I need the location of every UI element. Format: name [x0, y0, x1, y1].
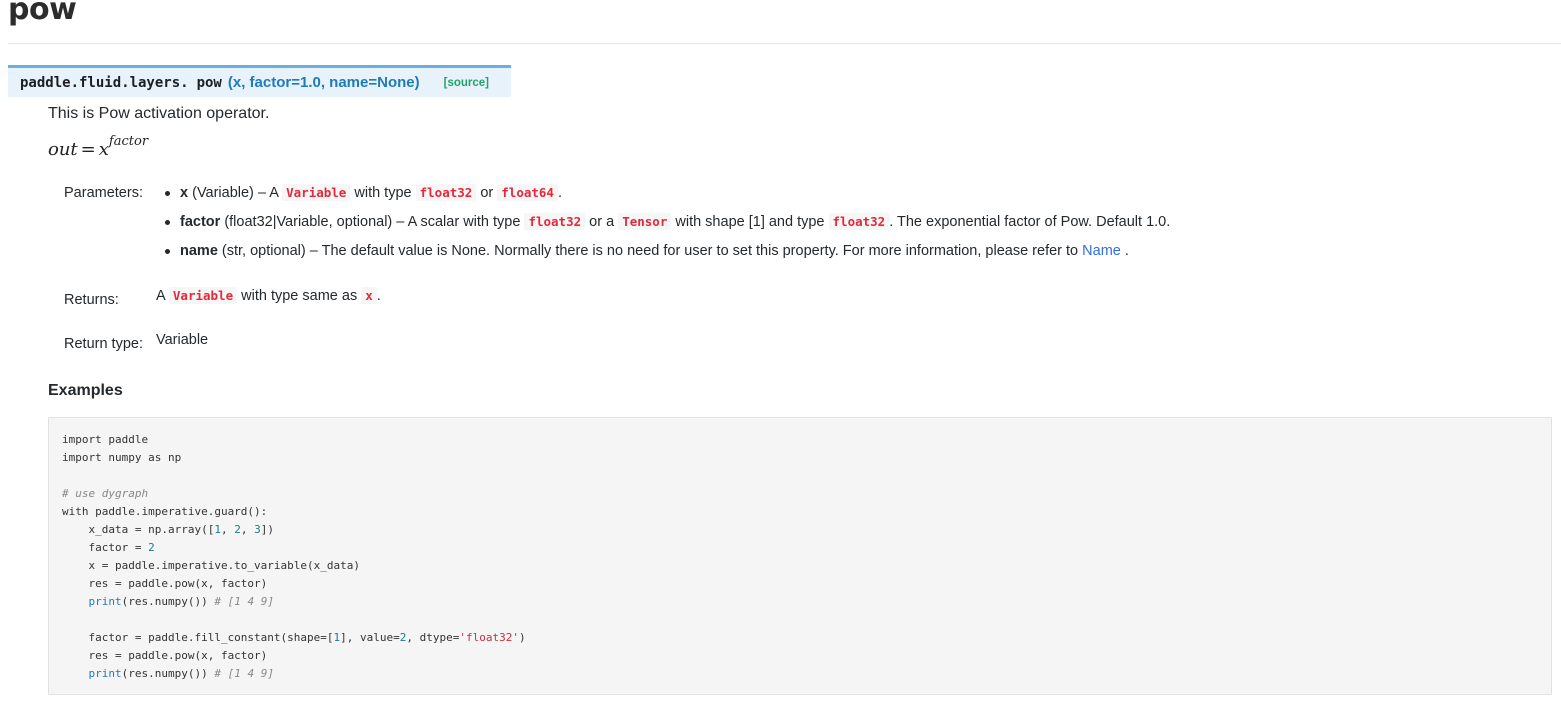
examples-heading: Examples — [48, 382, 123, 399]
formula-exponent: factor — [108, 134, 149, 149]
code-token: x_data = np.array([ — [62, 523, 215, 536]
param-name: x — [180, 185, 189, 201]
code-token: (res.numpy()) — [121, 595, 215, 608]
formula: out = xfactor — [48, 134, 149, 160]
param-text: . The exponential factor of Pow. Default… — [889, 214, 1171, 230]
return-type-label: Return type: — [64, 336, 143, 352]
formula-base: x — [98, 139, 109, 160]
param-text: . — [1124, 243, 1129, 259]
formula-lhs: out — [48, 139, 78, 160]
code-token: res = paddle.pow(x, factor) — [62, 649, 268, 662]
page-title: pow — [8, 0, 77, 27]
code-token: , — [220, 523, 235, 536]
code-line: import numpy as np — [62, 449, 1551, 467]
source-link[interactable]: [source] — [444, 77, 489, 89]
inline-code: x — [361, 287, 377, 304]
param-text: or — [476, 185, 498, 201]
code-token: , — [240, 523, 255, 536]
code-line: print(res.numpy()) # [1 4 9] — [62, 665, 1551, 683]
code-line: x_data = np.array([1, 2, 3]) — [62, 521, 1551, 539]
param-text: – The default value is None. Normally th… — [305, 243, 1083, 259]
code-token: # use dygraph — [62, 487, 149, 500]
code-token: ) — [518, 631, 526, 644]
title-divider — [8, 43, 1561, 44]
code-token: , dtype= — [406, 631, 460, 644]
code-token: print — [88, 595, 122, 608]
parameter-item-factor: factor (float32|Variable, optional) – A … — [164, 211, 1170, 240]
param-text: with shape [1] and type — [671, 214, 829, 230]
parameter-item-name: name (str, optional) – The default value… — [164, 240, 1170, 269]
code-token: 3 — [254, 523, 261, 536]
code-token: # [1 4 9] — [214, 595, 274, 608]
code-line: res = paddle.pow(x, factor) — [62, 647, 1551, 665]
param-text: . — [557, 185, 562, 201]
code-token: factor = paddle.fill_constant(shape=[ — [62, 631, 334, 644]
code-token: # [1 4 9] — [214, 667, 274, 680]
inline-code: float32 — [828, 213, 890, 230]
example-code-block[interactable]: import paddle import numpy as np # use dyg… — [48, 417, 1552, 695]
code-token: import numpy as np — [62, 451, 182, 464]
code-token: import paddle — [62, 433, 149, 446]
code-token: 'float32' — [459, 631, 519, 644]
inline-code: float32 — [415, 184, 477, 201]
signature-name: pow — [196, 74, 222, 91]
code-token: print — [88, 667, 122, 680]
code-token: x = paddle.imperative.to_variable(x_data… — [62, 559, 361, 572]
code-token: ]) — [260, 523, 274, 536]
formula-equals: = — [80, 139, 96, 160]
code-line: factor = paddle.fill_constant(shape=[1],… — [62, 629, 1551, 647]
code-token: with paddle.imperative.guard(): — [62, 505, 268, 518]
inline-code: Variable — [168, 287, 238, 304]
code-line: import paddle — [62, 431, 1551, 449]
code-token: factor = — [62, 541, 149, 554]
code-line: res = paddle.pow(x, factor) — [62, 575, 1551, 593]
code-token: res = paddle.pow(x, factor) — [62, 577, 268, 590]
signature-params: (x, factor=1.0, name=None) — [227, 74, 420, 91]
param-text: with type — [350, 185, 416, 201]
returns-description: A Variable with type same as x. — [156, 285, 381, 307]
param-type: (str, optional) — [221, 243, 306, 259]
param-type: (Variable) — [192, 185, 254, 201]
param-text: – A scalar with type — [392, 214, 525, 230]
parameters-label: Parameters: — [64, 185, 143, 201]
returns-text: with type same as — [237, 288, 362, 304]
parameter-item-x: x (Variable) – A Variable with type floa… — [164, 182, 1170, 211]
code-line: with paddle.imperative.guard(): — [62, 503, 1551, 521]
code-token: 1 — [214, 523, 221, 536]
returns-label: Returns: — [64, 292, 119, 308]
returns-text: A — [156, 288, 169, 304]
code-token: ], value= — [340, 631, 400, 644]
param-text: – A — [253, 185, 283, 201]
function-signature: paddle.fluid.layers. pow (x, factor=1.0,… — [8, 65, 511, 97]
return-type-value: Variable — [156, 332, 209, 348]
param-name: factor — [180, 214, 221, 230]
example-code: import paddle import numpy as np # use dyg… — [62, 431, 1551, 683]
param-type: (float32|Variable, optional) — [224, 214, 393, 230]
code-line: factor = 2 — [62, 539, 1551, 557]
function-description: This is Pow activation operator. — [48, 105, 270, 122]
code-line: print(res.numpy()) # [1 4 9] — [62, 593, 1551, 611]
inline-code: float32 — [524, 213, 586, 230]
signature-prefix: paddle.fluid.layers. — [20, 74, 189, 91]
code-line: x = paddle.imperative.to_variable(x_data… — [62, 557, 1551, 575]
inline-code: Variable — [282, 184, 351, 201]
parameter-list: x (Variable) – A Variable with type floa… — [164, 182, 1170, 269]
code-token: (res.numpy()) — [121, 667, 215, 680]
code-token: 2 — [234, 523, 241, 536]
inline-code: Tensor — [618, 213, 672, 230]
param-name: name — [180, 243, 218, 259]
inline-code: float64 — [497, 184, 558, 201]
name-doc-link[interactable]: Name — [1082, 243, 1121, 259]
param-text: or a — [585, 214, 619, 230]
code-line: # use dygraph — [62, 485, 1551, 503]
code-token: 2 — [148, 541, 155, 554]
returns-text: . — [376, 288, 381, 304]
